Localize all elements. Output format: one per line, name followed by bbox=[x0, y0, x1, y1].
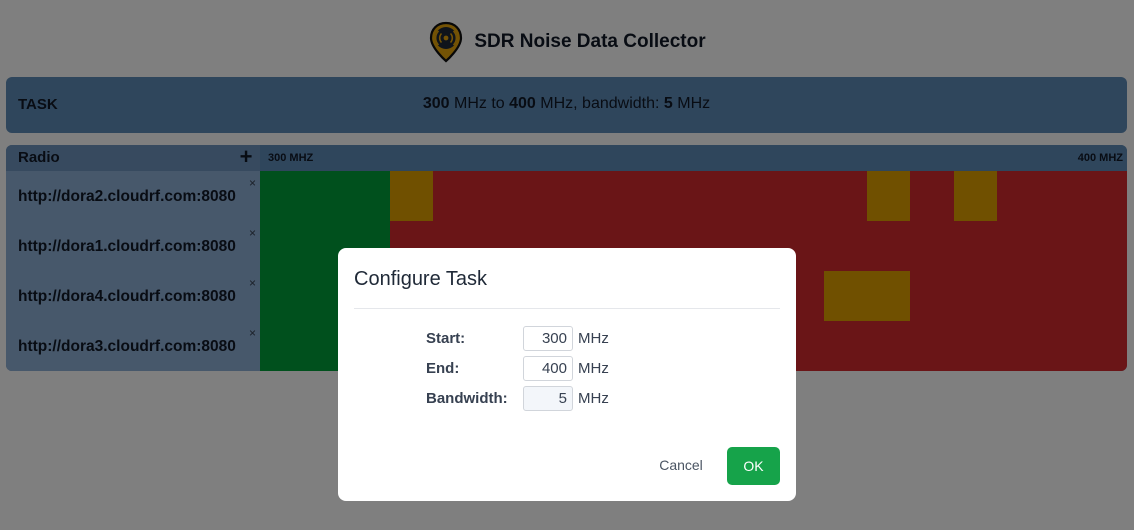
bandwidth-label: Bandwidth: bbox=[426, 390, 508, 407]
bandwidth-input[interactable] bbox=[523, 386, 573, 411]
dialog-title: Configure Task bbox=[354, 268, 488, 290]
unit-label: MHz bbox=[578, 360, 609, 377]
configure-task-dialog: Configure Task Start: MHz End: MHz Bandw… bbox=[338, 248, 796, 501]
unit-label: MHz bbox=[578, 330, 609, 347]
unit-label: MHz bbox=[578, 390, 609, 407]
start-row: Start: MHz bbox=[338, 326, 796, 352]
start-input[interactable] bbox=[523, 326, 573, 351]
end-row: End: MHz bbox=[338, 356, 796, 382]
cancel-button[interactable]: Cancel bbox=[648, 447, 714, 483]
end-input[interactable] bbox=[523, 356, 573, 381]
bandwidth-row: Bandwidth: MHz bbox=[338, 386, 796, 412]
divider bbox=[354, 308, 780, 309]
ok-button[interactable]: OK bbox=[727, 447, 780, 485]
start-label: Start: bbox=[426, 330, 466, 347]
end-label: End: bbox=[426, 360, 460, 377]
